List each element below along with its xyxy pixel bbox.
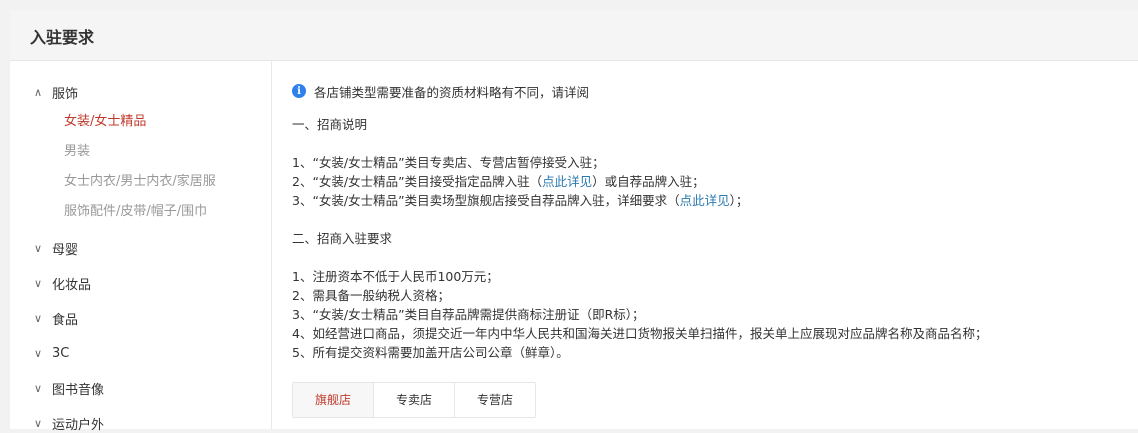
line-text: 2、“女装/女士精品”类目接受指定品牌入驻（ bbox=[292, 174, 543, 189]
requirement-line: 1、注册资本不低于人民币100万元； bbox=[292, 269, 499, 284]
category-label: 母婴 bbox=[52, 242, 79, 258]
category-apparel[interactable]: 服饰 bbox=[34, 82, 78, 102]
details-link[interactable]: 点此详见 bbox=[542, 174, 592, 189]
requirement-line: 5、所有提交资料需要加盖开店公司公章（鲜章）。 bbox=[292, 345, 569, 360]
requirement-line: 4、如经营进口商品，须提交近一年内中华人民共和国海关进口货物报关单扫描件，报关单… bbox=[292, 326, 988, 341]
subcategory-accessories[interactable]: 服饰配件/皮带/帽子/围巾 bbox=[64, 202, 207, 222]
requirement-line: 2、“女装/女士精品”类目接受指定品牌入驻（点此详见）或自荐品牌入驻； bbox=[292, 173, 705, 191]
requirement-line: 3、“女装/女士精品”类目自荐品牌需提供商标注册证（即R标）； bbox=[292, 307, 645, 322]
category-baby[interactable]: 母婴 bbox=[34, 238, 78, 258]
page-header: 入驻要求 bbox=[10, 10, 1138, 61]
info-icon: i bbox=[292, 84, 306, 98]
chevron-up-icon bbox=[34, 86, 48, 99]
category-label: 图书音像 bbox=[52, 382, 105, 398]
details-link[interactable]: 点此详见 bbox=[680, 193, 730, 208]
requirement-line: 2、需具备一般纳税人资格； bbox=[292, 288, 450, 303]
subcategory-womens[interactable]: 女装/女士精品 bbox=[64, 112, 146, 132]
requirement-line: 3、“女装/女士精品”类目卖场型旗舰店接受自荐品牌入驻，详细要求（点此详见）； bbox=[292, 192, 748, 210]
chevron-down-icon bbox=[34, 242, 48, 255]
chevron-down-icon bbox=[34, 277, 48, 290]
requirement-line: 1、“女装/女士精品”类目专卖店、专营店暂停接受入驻； bbox=[292, 155, 605, 170]
info-notice: i 各店铺类型需要准备的资质材料略有不同，请详阅 bbox=[292, 82, 589, 100]
category-cosmetics[interactable]: 化妆品 bbox=[34, 273, 91, 293]
line-text: ）或自荐品牌入驻； bbox=[592, 174, 705, 189]
chevron-down-icon bbox=[34, 347, 48, 360]
tab-franchise-store[interactable]: 专营店 bbox=[455, 383, 535, 417]
category-food[interactable]: 食品 bbox=[34, 308, 78, 328]
category-sidebar: 服饰 女装/女士精品 男装 女士内衣/男士内衣/家居服 服饰配件/皮带/帽子/围… bbox=[10, 61, 272, 433]
line-text: 3、“女装/女士精品”类目卖场型旗舰店接受自荐品牌入驻，详细要求（ bbox=[292, 193, 680, 208]
page-title: 入驻要求 bbox=[30, 28, 95, 47]
chevron-down-icon bbox=[34, 417, 48, 430]
category-sports-outdoor[interactable]: 运动户外 bbox=[34, 413, 104, 433]
category-label: 3C bbox=[52, 345, 70, 361]
section-title: 二、招商入驻要求 bbox=[292, 231, 393, 246]
store-type-tabs: 旗舰店 专卖店 专营店 bbox=[292, 382, 536, 418]
chevron-down-icon bbox=[34, 312, 48, 325]
category-label: 服饰 bbox=[52, 86, 79, 102]
section-title: 一、招商说明 bbox=[292, 117, 368, 132]
notice-text: 各店铺类型需要准备的资质材料略有不同，请详阅 bbox=[314, 84, 590, 100]
line-text: ）； bbox=[729, 193, 749, 208]
subcategory-mens[interactable]: 男装 bbox=[64, 142, 90, 162]
category-label: 化妆品 bbox=[52, 277, 92, 293]
subcategory-underwear[interactable]: 女士内衣/男士内衣/家居服 bbox=[64, 172, 216, 192]
tab-specialty-store[interactable]: 专卖店 bbox=[374, 383, 455, 417]
category-label: 运动户外 bbox=[52, 417, 105, 433]
category-3c[interactable]: 3C bbox=[34, 343, 69, 363]
category-books-media[interactable]: 图书音像 bbox=[34, 378, 104, 398]
chevron-down-icon bbox=[34, 382, 48, 395]
main-panel: 服饰 女装/女士精品 男装 女士内衣/男士内衣/家居服 服饰配件/皮带/帽子/围… bbox=[10, 61, 1138, 433]
category-label: 食品 bbox=[52, 312, 79, 328]
tab-flagship-store[interactable]: 旗舰店 bbox=[293, 383, 374, 417]
requirements-content: i 各店铺类型需要准备的资质材料略有不同，请详阅 一、招商说明 1、“女装/女士… bbox=[272, 61, 1138, 429]
